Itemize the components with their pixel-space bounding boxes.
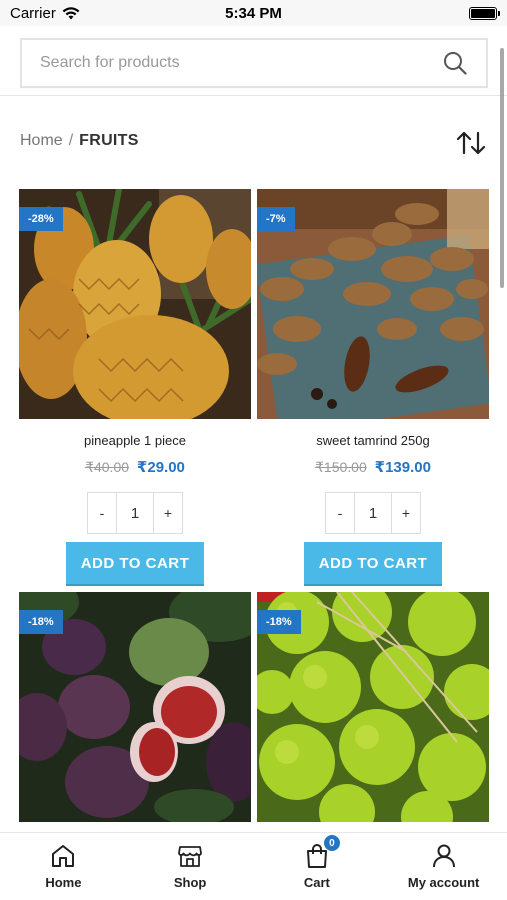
product-name[interactable]: sweet tamrind 250g — [257, 433, 489, 448]
qty-increase-button[interactable]: + — [154, 493, 182, 533]
breadcrumb: Home / FRUITS — [20, 132, 139, 150]
product-card: -28% pineapple 1 piece ₹40.00 ₹29.00 - 1… — [19, 189, 251, 584]
product-image-tamarind[interactable]: -7% — [257, 189, 489, 419]
status-left: Carrier — [10, 5, 80, 22]
product-card: -7% sweet tamrind 250g ₹150.00 ₹139.00 -… — [257, 189, 489, 584]
discount-badge: -7% — [257, 207, 295, 231]
cart-icon-wrap: 0 — [304, 835, 340, 869]
nav-account-label: My account — [407, 875, 480, 890]
product-prices: ₹40.00 ₹29.00 — [19, 458, 251, 476]
add-to-cart-button[interactable]: ADD TO CART — [304, 542, 442, 584]
breadcrumb-current: FRUITS — [79, 132, 139, 149]
breadcrumb-separator: / — [68, 132, 74, 149]
nav-shop[interactable]: Shop — [127, 833, 254, 900]
quantity-stepper: - 1 + — [87, 492, 183, 534]
old-price: ₹150.00 — [315, 459, 367, 475]
qty-decrease-button[interactable]: - — [326, 493, 354, 533]
nav-cart-label: Cart — [303, 875, 330, 890]
breadcrumb-home-link[interactable]: Home — [20, 132, 63, 150]
user-icon — [432, 844, 455, 868]
search-area — [0, 26, 507, 96]
product-image-pineapple[interactable]: -28% — [19, 189, 251, 419]
discount-badge: -28% — [19, 207, 63, 231]
wifi-icon — [62, 6, 80, 19]
shop-icon — [178, 846, 203, 867]
product-image-figs[interactable]: -18% — [19, 592, 251, 822]
product-name[interactable]: pineapple 1 piece — [19, 433, 251, 448]
cart-count-badge: 0 — [323, 835, 340, 851]
status-bar: Carrier 5:34 PM — [0, 0, 507, 26]
add-to-cart-button[interactable]: ADD TO CART — [66, 542, 204, 584]
search-icon[interactable] — [442, 50, 468, 76]
scrollbar[interactable] — [500, 48, 504, 288]
bottom-nav: Home Shop 0 Cart My account — [0, 832, 507, 900]
home-icon — [52, 845, 75, 867]
qty-increase-button[interactable]: + — [392, 493, 420, 533]
battery-icon — [469, 6, 500, 20]
product-image-limes[interactable]: -18% — [257, 592, 489, 822]
quantity-stepper: - 1 + — [325, 492, 421, 534]
qty-decrease-button[interactable]: - — [88, 493, 116, 533]
search-input[interactable] — [40, 54, 442, 72]
discount-badge: -18% — [19, 610, 63, 634]
qty-value[interactable]: 1 — [354, 493, 392, 533]
qty-value[interactable]: 1 — [116, 493, 154, 533]
nav-account[interactable]: My account — [380, 833, 507, 900]
nav-shop-label: Shop — [173, 875, 207, 890]
nav-home-label: Home — [45, 875, 82, 890]
old-price: ₹40.00 — [85, 459, 130, 475]
carrier-label: Carrier — [10, 4, 56, 22]
search-box[interactable] — [20, 38, 488, 88]
nav-cart[interactable]: 0 Cart — [254, 833, 381, 900]
current-price: ₹139.00 — [374, 459, 431, 476]
sort-icon[interactable] — [456, 130, 486, 156]
current-price: ₹29.00 — [136, 459, 185, 476]
product-card: -18% — [257, 592, 489, 822]
discount-badge: -18% — [257, 610, 301, 634]
product-card: -18% — [19, 592, 251, 822]
product-prices: ₹150.00 ₹139.00 — [257, 458, 489, 476]
nav-home[interactable]: Home — [0, 833, 127, 900]
